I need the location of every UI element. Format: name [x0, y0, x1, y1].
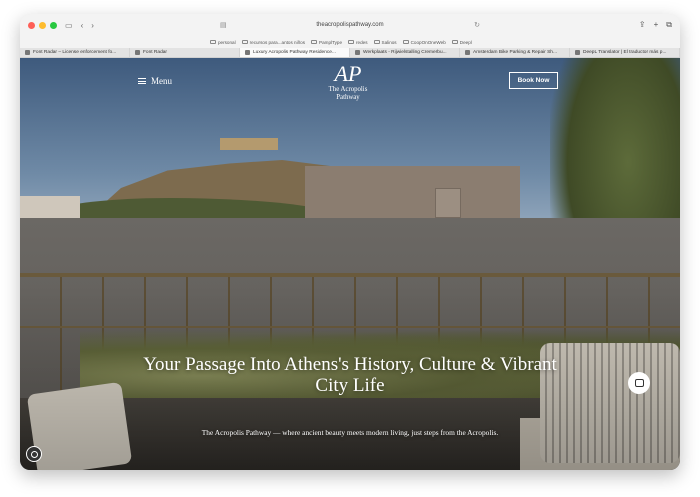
overlay	[20, 58, 680, 470]
zoom-window-button[interactable]	[50, 21, 57, 29]
browser-tab[interactable]: Font Radar – License enforcement fo...	[20, 48, 130, 57]
browser-tab[interactable]: DeepL Translator | El traductor más p...	[570, 48, 680, 57]
close-window-button[interactable]	[28, 21, 35, 29]
sidebar-icon[interactable]: ▭	[65, 21, 73, 30]
web-page: Menu AP The Acropolis Pathway Book Now Y…	[20, 58, 680, 470]
browser-tab[interactable]: Amsterdam Bike Parking & Repair Sh...	[460, 48, 570, 57]
hero-subtitle: The Acropolis Pathway — where ancient be…	[201, 428, 499, 437]
minimize-window-button[interactable]	[39, 21, 46, 29]
site-logo[interactable]: AP The Acropolis Pathway	[318, 62, 378, 102]
window-controls	[28, 21, 57, 29]
menu-button[interactable]: Menu	[138, 76, 172, 86]
share-icon[interactable]: ⇪	[639, 20, 646, 30]
page-icon: ▤	[220, 22, 227, 29]
hero-title: Your Passage Into Athens's History, Cult…	[143, 354, 557, 396]
chat-icon	[634, 379, 644, 387]
site-logo-icon	[245, 50, 250, 55]
forward-icon[interactable]: ›	[91, 21, 94, 30]
browser-toolbar: ▭ ‹ › ▤ theacropolispathway.com ↻ ⇪ + ⧉	[20, 14, 680, 36]
tab-bar: Font Radar – License enforcement fo... F…	[20, 48, 680, 58]
tab-overview-icon[interactable]: ⧉	[666, 20, 672, 30]
accessibility-icon	[30, 450, 38, 458]
logo-name-line-2: Pathway	[336, 94, 360, 101]
bike-icon	[465, 50, 470, 55]
logo-mark: AP	[334, 61, 362, 86]
shield-icon	[135, 50, 140, 55]
accessibility-button[interactable]	[26, 446, 42, 462]
bookmark-folder[interactable]: personal	[210, 40, 236, 45]
new-tab-icon[interactable]: +	[654, 20, 659, 30]
hamburger-icon	[138, 78, 146, 84]
browser-window: ▭ ‹ › ▤ theacropolispathway.com ↻ ⇪ + ⧉ …	[20, 14, 680, 470]
bookmark-link[interactable]: Deepl	[451, 40, 472, 45]
back-icon[interactable]: ‹	[81, 21, 84, 30]
address-bar[interactable]: ▤ theacropolispathway.com ↻	[220, 18, 480, 32]
bike-icon	[355, 50, 360, 55]
bookmark-folder[interactable]: recursos para...antos niños	[241, 40, 305, 45]
logo-name-line-1: The Acropolis	[328, 86, 368, 93]
url-text: theacropolispathway.com	[316, 22, 384, 28]
chat-button[interactable]	[628, 372, 650, 394]
bookmark-folder[interactable]: Salinos	[373, 40, 397, 45]
bookmark-link[interactable]: CoopOnOneWeb	[402, 40, 446, 45]
deepl-icon	[575, 50, 580, 55]
menu-label: Menu	[151, 76, 172, 86]
bookmarks-bar: personal recursos para...antos niños Pam…	[20, 36, 680, 48]
book-now-button[interactable]: Book Now	[509, 72, 558, 89]
browser-tab[interactable]: Werkplaats - Rijwielstalling Cremerbu...	[350, 48, 460, 57]
bookmark-folder[interactable]: redes	[348, 40, 368, 45]
reload-icon[interactable]: ↻	[474, 21, 480, 29]
bookmark-folder[interactable]: PamplType	[311, 40, 342, 45]
browser-tab-active[interactable]: Luxury Acropolis Pathway Residence...	[240, 48, 350, 57]
shield-icon	[25, 50, 30, 55]
browser-tab[interactable]: Font Radar	[130, 48, 240, 57]
